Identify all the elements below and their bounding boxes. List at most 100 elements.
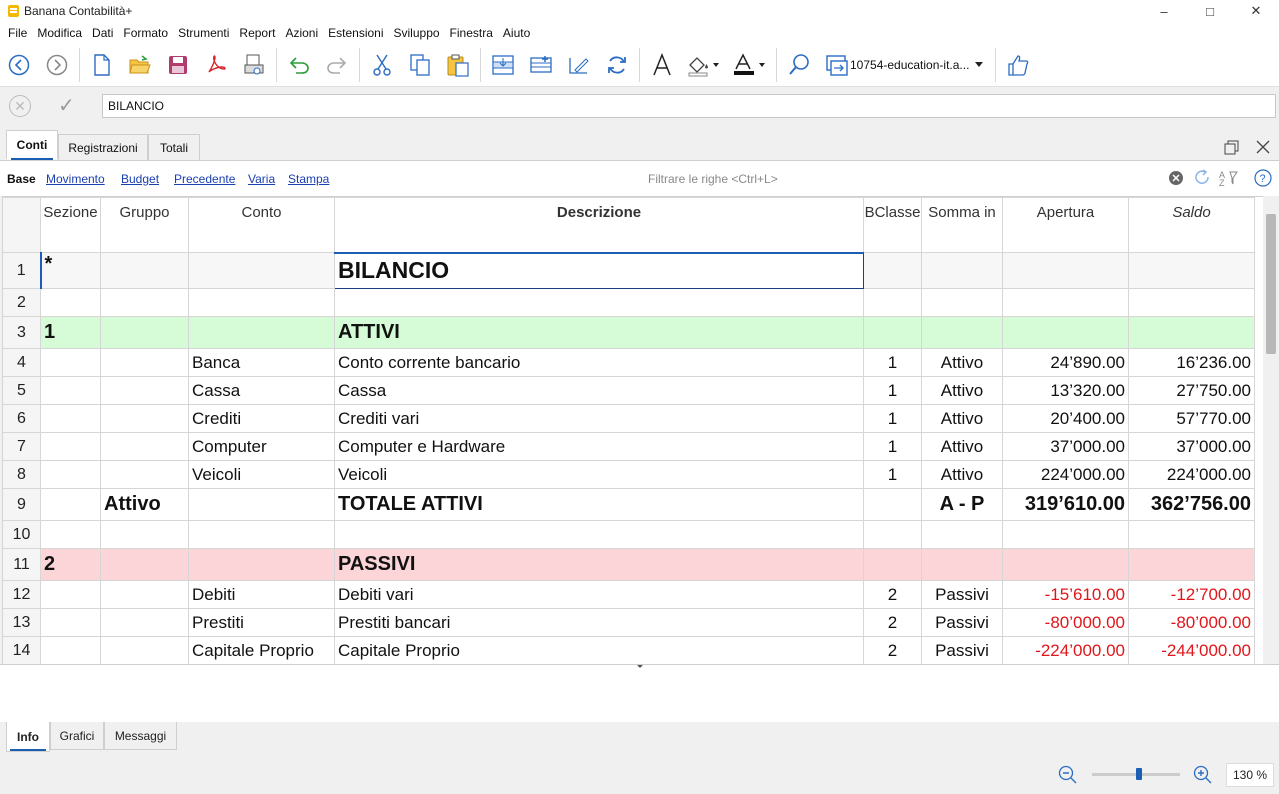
cell-descrizione[interactable]: Computer e Hardware (334, 432, 864, 461)
view-base[interactable]: Base (7, 172, 36, 186)
cell-editor-input[interactable]: BILANCIO (102, 94, 1276, 118)
cell-sezione[interactable] (40, 580, 101, 609)
column-header-bclasse[interactable]: BClasse (863, 197, 922, 253)
cell-bclasse[interactable] (863, 316, 922, 349)
new-file-icon[interactable] (83, 48, 121, 82)
view-movimento[interactable]: Movimento (46, 172, 105, 186)
cell-apertura[interactable]: 224’000.00 (1002, 460, 1129, 489)
cell-bclasse[interactable] (863, 488, 922, 521)
cell-somma-in[interactable]: Passivi (921, 608, 1003, 637)
cell-gruppo[interactable]: Attivo (100, 488, 189, 521)
cell-descrizione[interactable]: Crediti vari (334, 404, 864, 433)
feedback-thumb-icon[interactable] (999, 48, 1037, 82)
cell-gruppo[interactable] (100, 348, 189, 377)
cell-saldo[interactable] (1128, 548, 1255, 581)
cell-bclasse[interactable] (863, 252, 922, 289)
cell-apertura[interactable] (1002, 252, 1129, 289)
edit-cell-icon[interactable] (560, 48, 598, 82)
refresh-filter-icon[interactable] (1193, 169, 1211, 187)
cell-sezione[interactable]: * (39, 252, 101, 289)
font-icon[interactable] (643, 48, 681, 82)
view-budget[interactable]: Budget (121, 172, 159, 186)
cell-conto[interactable]: Cassa (188, 376, 335, 405)
save-icon[interactable] (159, 48, 197, 82)
cell-saldo[interactable]: 224’000.00 (1128, 460, 1255, 489)
cell-apertura[interactable]: -224’000.00 (1002, 636, 1129, 664)
cell-bclasse[interactable]: 1 (863, 460, 922, 489)
print-preview-icon[interactable] (235, 48, 273, 82)
table-row[interactable]: 8 Veicoli Veicoli 1 Attivo 224’000.00 22… (2, 460, 1255, 489)
table-row[interactable]: 14 Capitale Proprio Capitale Proprio 2 P… (2, 636, 1255, 664)
cell-saldo[interactable] (1128, 252, 1255, 289)
cell-gruppo[interactable] (100, 548, 189, 581)
menu-strumenti[interactable]: Strumenti (173, 26, 234, 40)
cell-gruppo[interactable] (100, 580, 189, 609)
confirm-edit-icon[interactable]: ✓ (58, 93, 75, 118)
column-header-conto[interactable]: Conto (188, 197, 335, 253)
tab-registrazioni[interactable]: Registrazioni (58, 134, 148, 160)
tab-totali[interactable]: Totali (148, 134, 200, 160)
cell-sezione[interactable] (40, 348, 101, 377)
column-header-somma-in[interactable]: Somma in (921, 197, 1003, 253)
cell-descrizione[interactable]: Capitale Proprio (334, 636, 864, 664)
cell-sezione[interactable]: 2 (40, 548, 101, 581)
cell-apertura[interactable] (1002, 288, 1129, 317)
cell-saldo[interactable] (1128, 288, 1255, 317)
paste-icon[interactable] (439, 48, 477, 82)
menu-sviluppo[interactable]: Sviluppo (389, 26, 445, 40)
cell-conto[interactable]: Capitale Proprio (188, 636, 335, 664)
cell-somma-in[interactable] (921, 520, 1003, 549)
table-row[interactable]: 11 2 PASSIVI (2, 548, 1255, 581)
cell-descrizione[interactable]: Debiti vari (334, 580, 864, 609)
cell-descrizione[interactable]: PASSIVI (334, 548, 864, 581)
cell-somma-in[interactable]: Attivo (921, 404, 1003, 433)
forward-icon[interactable] (38, 48, 76, 82)
cell-apertura[interactable]: 37’000.00 (1002, 432, 1129, 461)
menu-formato[interactable]: Formato (118, 26, 173, 40)
cell-conto[interactable]: Banca (188, 348, 335, 377)
cell-somma-in[interactable] (921, 316, 1003, 349)
cell-sezione[interactable] (40, 488, 101, 521)
search-icon[interactable] (780, 48, 818, 82)
cell-saldo[interactable]: 37’000.00 (1128, 432, 1255, 461)
cell-conto[interactable] (188, 488, 335, 521)
tab-messaggi[interactable]: Messaggi (104, 722, 177, 750)
cell-conto[interactable]: Prestiti (188, 608, 335, 637)
cell-somma-in[interactable]: Attivo (921, 432, 1003, 461)
cell-gruppo[interactable] (100, 608, 189, 637)
cell-apertura[interactable]: -15’610.00 (1002, 580, 1129, 609)
recalculate-icon[interactable] (598, 48, 636, 82)
cell-conto[interactable] (188, 316, 335, 349)
help-icon[interactable]: ? (1254, 169, 1272, 187)
cell-somma-in[interactable]: Passivi (921, 636, 1003, 664)
table-row[interactable]: 13 Prestiti Prestiti bancari 2 Passivi -… (2, 608, 1255, 637)
cell-conto[interactable] (188, 520, 335, 549)
cell-bclasse[interactable]: 1 (863, 348, 922, 377)
file-combo[interactable]: 10754-education-it.a... (824, 50, 989, 80)
cell-apertura[interactable]: 13’320.00 (1002, 376, 1129, 405)
cell-somma-in[interactable]: Attivo (921, 348, 1003, 377)
cell-sezione[interactable] (40, 608, 101, 637)
column-header-apertura[interactable]: Apertura (1002, 197, 1129, 253)
scrollbar-thumb[interactable] (1266, 214, 1276, 354)
add-rows-icon[interactable] (522, 48, 560, 82)
cell-bclasse[interactable]: 2 (863, 636, 922, 664)
open-folder-icon[interactable] (121, 48, 159, 82)
cell-saldo[interactable]: 57’770.00 (1128, 404, 1255, 433)
cell-descrizione[interactable] (334, 288, 864, 317)
cell-apertura[interactable] (1002, 548, 1129, 581)
column-header-sezione[interactable]: Sezione (40, 197, 101, 253)
menu-estensioni[interactable]: Estensioni (323, 26, 388, 40)
cell-conto[interactable]: Crediti (188, 404, 335, 433)
cell-apertura[interactable]: 24’890.00 (1002, 348, 1129, 377)
fill-color-icon[interactable] (681, 48, 727, 82)
restore-panel-icon[interactable] (1224, 140, 1240, 156)
column-header-descrizione[interactable]: Descrizione (334, 197, 864, 254)
cell-bclasse[interactable] (863, 548, 922, 581)
cut-icon[interactable] (363, 48, 401, 82)
back-icon[interactable] (0, 48, 38, 82)
cell-saldo[interactable] (1128, 316, 1255, 349)
vertical-scrollbar[interactable] (1263, 196, 1279, 664)
cell-sezione[interactable]: 1 (40, 316, 101, 349)
pdf-icon[interactable] (197, 48, 235, 82)
